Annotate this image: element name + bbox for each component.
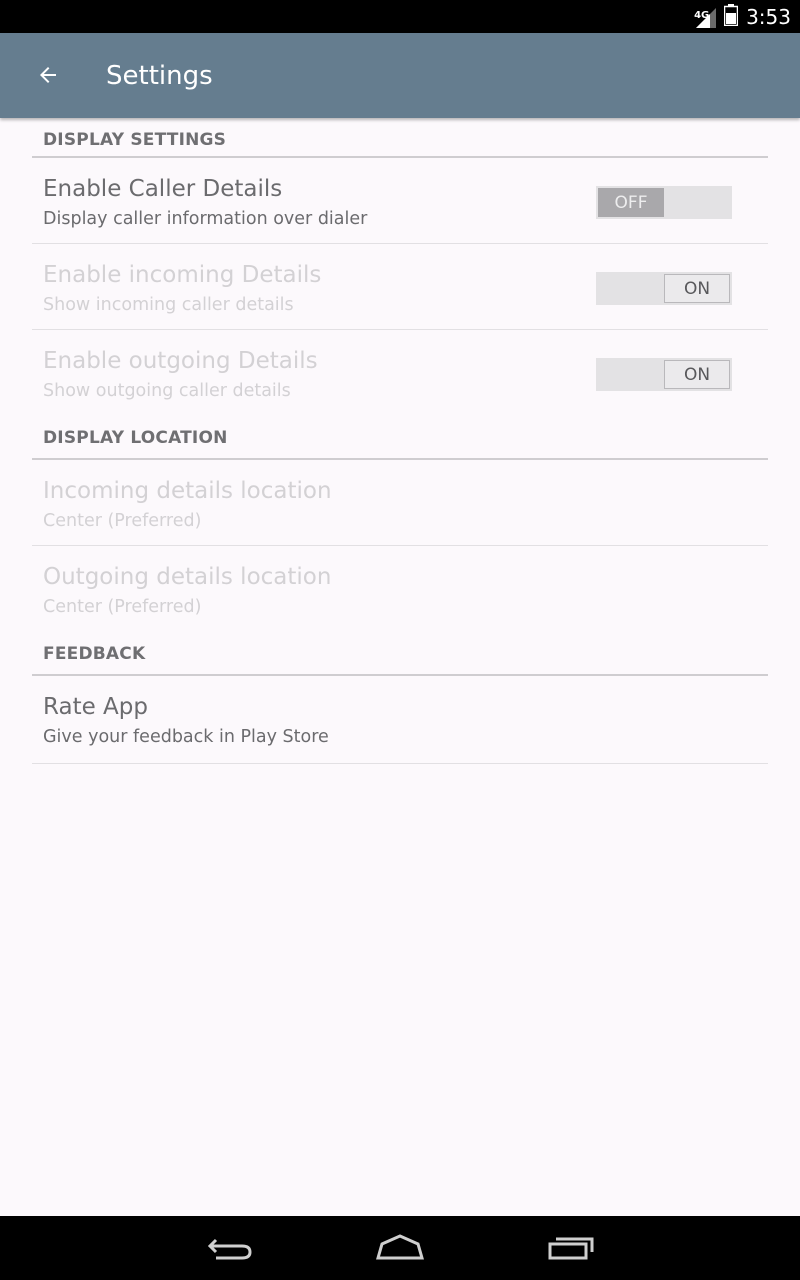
section-header-feedback: FEEDBACK	[32, 632, 768, 676]
section-header-label: DISPLAY SETTINGS	[43, 130, 227, 150]
pref-outgoing-details-location: Outgoing details location Center (Prefer…	[32, 546, 768, 632]
pref-incoming-details-location: Incoming details location Center (Prefer…	[32, 460, 768, 546]
nav-home-button[interactable]	[370, 1228, 430, 1268]
section-header-display-settings: DISPLAY SETTINGS	[32, 118, 768, 158]
arrow-left-icon	[40, 67, 56, 83]
toggle-thumb: ON	[664, 360, 730, 389]
status-icons: 4G 3:53	[694, 0, 791, 33]
section-header-display-location: DISPLAY LOCATION	[32, 416, 768, 460]
toggle-thumb: OFF	[598, 188, 664, 217]
outgoing-details-toggle: ON	[596, 358, 732, 391]
pref-summary: Show incoming caller details	[43, 295, 294, 315]
back-nav-icon	[207, 1238, 252, 1260]
network-type-label: 4G	[694, 9, 710, 21]
pref-title: Enable incoming Details	[43, 262, 322, 288]
settings-list: DISPLAY SETTINGS Enable Caller Details D…	[32, 118, 768, 764]
page-title: Settings	[106, 61, 213, 91]
back-button[interactable]	[28, 55, 68, 95]
pref-summary: Center (Preferred)	[43, 597, 202, 617]
battery-icon	[723, 3, 739, 30]
pref-summary: Display caller information over dialer	[43, 209, 368, 229]
toggle-thumb: ON	[664, 274, 730, 303]
nav-recents-button[interactable]	[541, 1228, 601, 1268]
caller-details-toggle[interactable]: OFF	[596, 186, 732, 219]
section-header-label: FEEDBACK	[43, 644, 146, 664]
home-nav-icon	[376, 1234, 424, 1260]
pref-title: Rate App	[43, 694, 148, 720]
pref-title: Outgoing details location	[43, 564, 332, 590]
nav-back-button[interactable]	[200, 1228, 260, 1268]
pref-enable-outgoing-details: Enable outgoing Details Show outgoing ca…	[32, 330, 768, 416]
pref-rate-app[interactable]: Rate App Give your feedback in Play Stor…	[32, 676, 768, 764]
status-bar: 4G 3:53	[0, 0, 800, 33]
pref-summary: Give your feedback in Play Store	[43, 727, 329, 747]
pref-summary: Show outgoing caller details	[43, 381, 291, 401]
signal-icon: 4G	[694, 5, 718, 29]
pref-title: Enable Caller Details	[43, 176, 283, 202]
pref-enable-incoming-details: Enable incoming Details Show incoming ca…	[32, 244, 768, 330]
pref-summary: Center (Preferred)	[43, 511, 202, 531]
pref-enable-caller-details[interactable]: Enable Caller Details Display caller inf…	[32, 158, 768, 244]
recents-nav-icon	[548, 1237, 594, 1260]
app-bar: Settings	[0, 33, 800, 118]
pref-title: Incoming details location	[43, 478, 332, 504]
status-clock: 3:53	[746, 4, 791, 29]
navigation-bar	[0, 1216, 800, 1280]
pref-title: Enable outgoing Details	[43, 348, 318, 374]
incoming-details-toggle: ON	[596, 272, 732, 305]
section-header-label: DISPLAY LOCATION	[43, 428, 228, 448]
